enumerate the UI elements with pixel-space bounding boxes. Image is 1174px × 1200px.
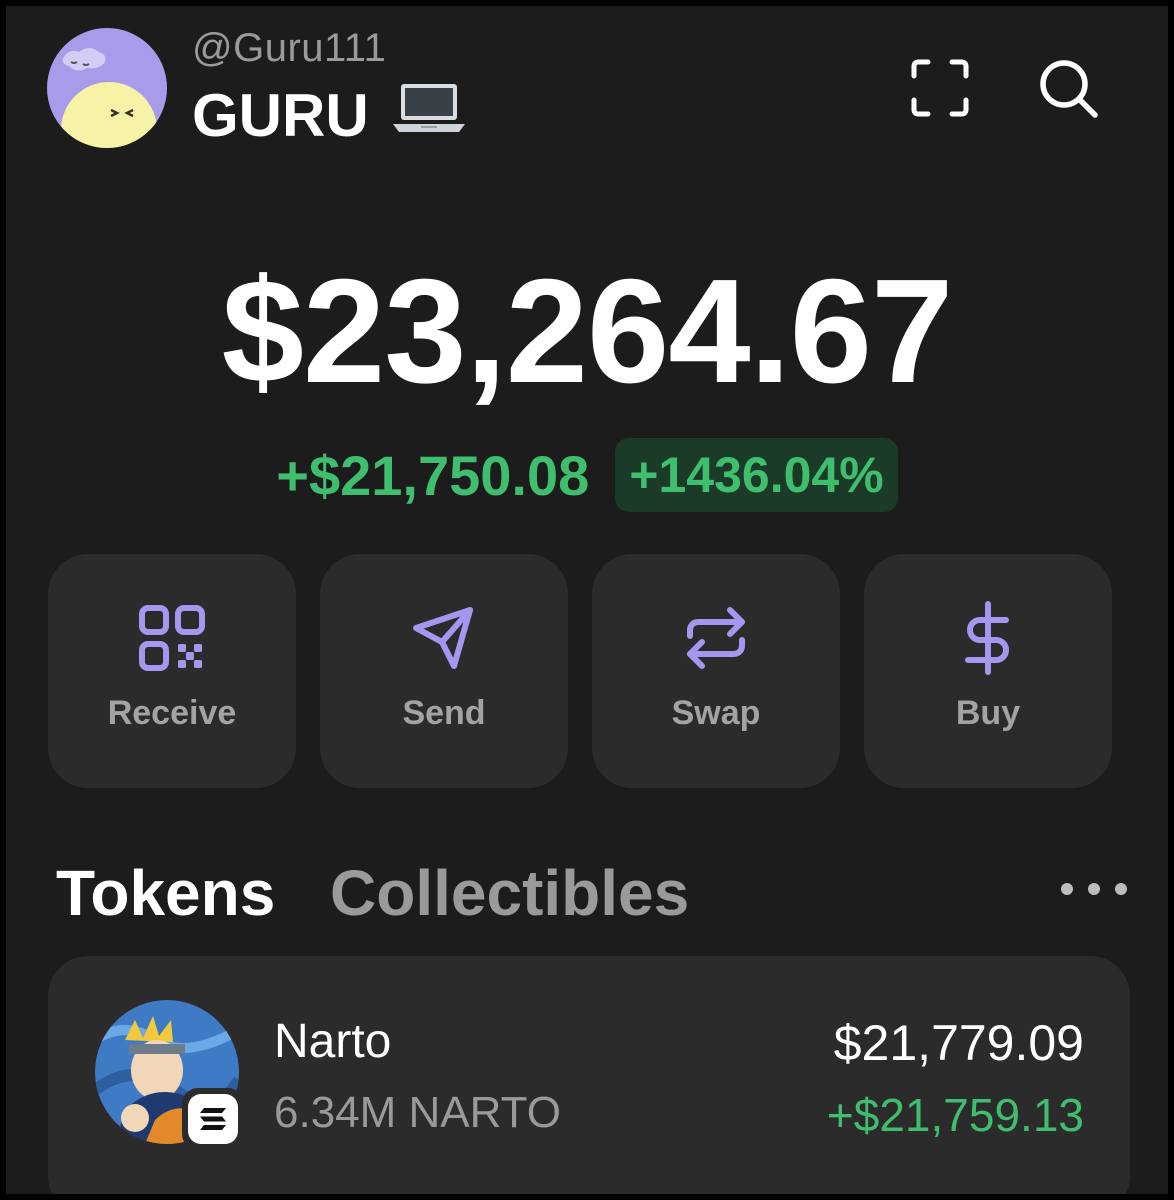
solana-icon: [200, 1108, 226, 1130]
laptop-icon: [391, 80, 467, 150]
more-options-button[interactable]: [1061, 874, 1127, 904]
account-name-row[interactable]: GURU: [192, 80, 467, 150]
token-change: +$21,759.13: [826, 1089, 1084, 1141]
scan-icon: [911, 59, 969, 117]
wallet-screen: @Guru111 GURU $23,264.67 +$21,750.08 +14…: [6, 6, 1168, 1194]
qr-code-icon: [139, 605, 205, 671]
token-amount: 6.34M NARTO: [274, 1088, 561, 1137]
send-icon: [413, 607, 473, 669]
tab-collectibles[interactable]: Collectibles: [330, 856, 689, 930]
search-icon: [1040, 60, 1098, 118]
send-label: Send: [402, 694, 486, 732]
swap-label: Swap: [671, 694, 761, 732]
swap-button[interactable]: Swap: [592, 554, 840, 788]
more-dot: [1115, 883, 1127, 895]
tab-tokens[interactable]: Tokens: [56, 856, 275, 930]
more-dot: [1088, 883, 1100, 895]
token-name: Narto: [274, 1015, 392, 1068]
chain-badge: [182, 1088, 244, 1150]
action-buttons: Receive Send Swap Buy: [48, 554, 1112, 788]
balance-change-row: +$21,750.08 +1436.04%: [6, 438, 1168, 512]
token-value: $21,779.09: [833, 1015, 1084, 1071]
balance-change-percent-badge: +1436.04%: [615, 438, 898, 512]
receive-label: Receive: [107, 694, 237, 732]
total-balance: $23,264.67: [221, 249, 954, 414]
receive-button[interactable]: Receive: [48, 554, 296, 788]
swap-icon: [687, 607, 745, 669]
account-name: GURU: [192, 81, 369, 149]
dollar-icon: [965, 601, 1009, 675]
more-dot: [1061, 883, 1073, 895]
profile-avatar[interactable]: [47, 28, 167, 148]
buy-button[interactable]: Buy: [864, 554, 1112, 788]
scan-button[interactable]: [908, 56, 972, 120]
token-row[interactable]: Narto 6.34M NARTO $21,779.09 +$21,759.13: [48, 956, 1130, 1194]
buy-label: Buy: [955, 694, 1021, 732]
balance-change-amount: +$21,750.08: [276, 443, 590, 507]
search-button[interactable]: [1036, 56, 1100, 120]
send-button[interactable]: Send: [320, 554, 568, 788]
account-handle: @Guru111: [192, 26, 387, 70]
